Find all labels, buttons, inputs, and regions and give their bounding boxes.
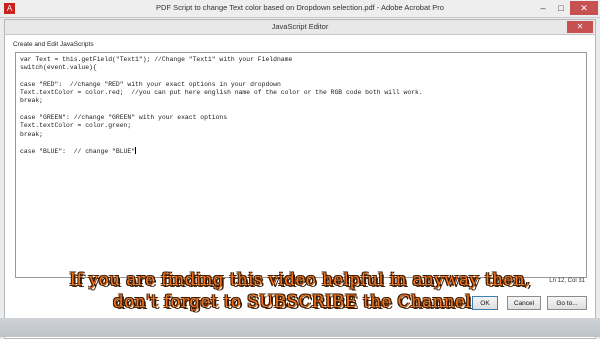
code-line: Text.textColor = color.red; //you can pu…: [20, 89, 423, 97]
javascript-editor-dialog: JavaScript Editor ✕ Create and Edit Java…: [4, 19, 596, 339]
code-line: var Text = this.getField("Text1"); //Cha…: [20, 56, 293, 63]
window-close-button[interactable]: ✕: [570, 1, 598, 15]
code-line-current: case "BLUE": // change "BLUE": [20, 147, 582, 155]
window-titlebar: A PDF Script to change Text color based …: [0, 0, 600, 18]
code-editor[interactable]: var Text = this.getField("Text1"); //Cha…: [15, 52, 587, 278]
code-line: Text.textColor = color.green;: [20, 122, 132, 130]
code-line: case "GREEN": //change "GREEN" with your…: [20, 114, 228, 122]
code-line: switch(event.value){: [20, 64, 97, 72]
window-controls: – □ ✕: [534, 1, 598, 15]
subscribe-overlay-line1: If you are finding this video helpful in…: [69, 270, 531, 290]
dialog-title: JavaScript Editor: [5, 20, 595, 35]
minimize-button[interactable]: –: [534, 1, 552, 15]
text-caret: [135, 147, 137, 155]
code-line: break;: [20, 130, 44, 138]
subscribe-overlay-line2: don't forget to SUBSCRIBE the Channel: [112, 292, 472, 312]
dialog-close-button[interactable]: ✕: [567, 21, 593, 33]
maximize-button[interactable]: □: [552, 1, 570, 15]
section-label: Create and Edit JavaScripts: [13, 41, 94, 48]
desktop-bottom: [0, 318, 600, 337]
window-title: PDF Script to change Text color based on…: [156, 3, 444, 12]
code-line: break;: [20, 97, 44, 105]
current-line-text: case "BLUE": // change "BLUE": [20, 148, 136, 156]
code-line: case "RED": //change "RED" with your exa…: [20, 80, 281, 88]
